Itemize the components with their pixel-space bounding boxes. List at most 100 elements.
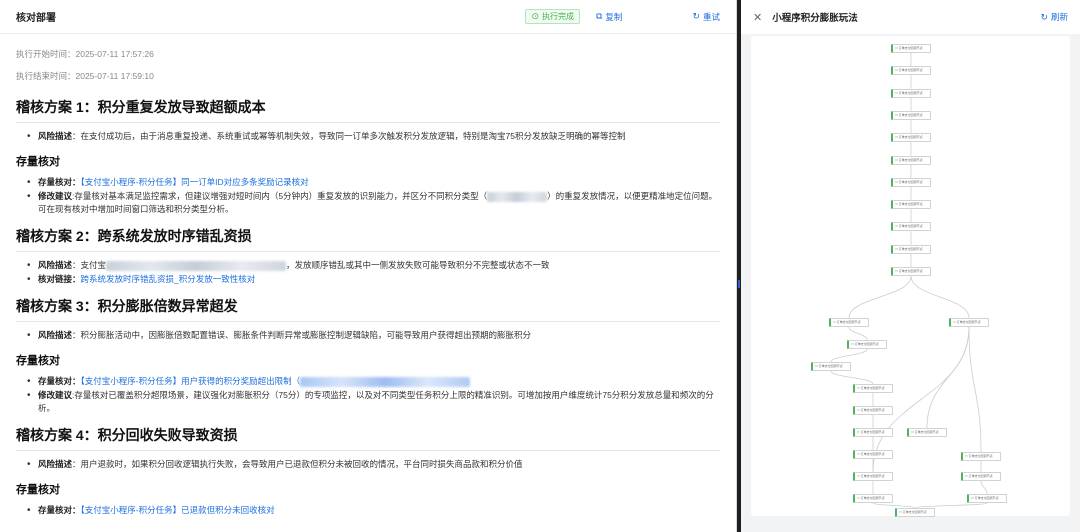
redacted-text: [106, 260, 287, 271]
risk-label: 风险描述: [38, 330, 73, 340]
start-time: 执行开始时间：2025-07-11 17:57:26: [16, 49, 154, 59]
risk-item-1: 风险描述：在支付成功后，由于消息重复投递、系统重试或幂等机制失效，导致同一订单多…: [16, 130, 720, 143]
check-label: 存量核对: [38, 177, 73, 187]
fix-text: :存量核对已覆盖积分超限场景，建议强化对膨胀积分（75分）的专项监控，以及对不同…: [38, 390, 714, 413]
risk-item-4: 风险描述：用户退款时，如果积分回收逻辑执行失败，会导致用户已退款但积分未被回收的…: [16, 458, 720, 471]
risk-label: 风险描述: [38, 260, 73, 270]
refresh-icon: ↻: [1040, 11, 1048, 22]
flow-node[interactable]: ▭ 订单支付回调节点: [891, 44, 931, 53]
flow-edges: [830, 52, 988, 509]
subsection-title-3: 存量核对: [16, 355, 60, 367]
flow-header: ✕ 小程序积分膨胀玩法 ↻ 刷新: [741, 0, 1080, 34]
risk-text: ：积分膨胀活动中，因膨胀倍数配置错误、膨胀条件判断异常或膨胀控制逻辑缺陷，可能导…: [72, 330, 532, 340]
flow-node[interactable]: ▭ 订单支付回调节点: [891, 88, 931, 98]
refresh-label: 刷新: [1050, 12, 1068, 22]
refresh-button[interactable]: ↻ 刷新: [1040, 11, 1068, 23]
section-title-1: 稽核方案 1：积分重复发放导致超额成本: [16, 97, 720, 123]
status-badge: ⊙ 执行完成: [525, 9, 580, 24]
subsection-title-4: 存量核对: [16, 484, 60, 496]
check-link-4[interactable]: 【支付宝小程序-积分任务】已退款但积分未回收核对: [81, 505, 275, 515]
status-badge-label: 执行完成: [541, 12, 574, 21]
section-title-2: 稽核方案 2：跨系统发放时序错乱资损: [16, 226, 720, 252]
check-circle-icon: ⊙: [531, 11, 539, 21]
flow-node[interactable]: ▭ 订单支付回调节点: [967, 494, 1007, 503]
section-title-4: 稽核方案 4：积分回收失败导致资损: [16, 425, 720, 451]
flow-node[interactable]: ▭ 订单支付回调节点: [847, 340, 887, 349]
flow-node[interactable]: ▭ 订单支付回调节点: [853, 472, 893, 481]
flow-node[interactable]: ▭ 订单支付回调节点: [891, 110, 931, 120]
flow-node[interactable]: ▭ 订单支付回调节点: [891, 155, 931, 165]
flow-canvas[interactable]: ▭ 订单支付回调节点 ▭ 订单支付回调节点 ▭ 订单支付回调节点 ▭ 订单支付回调节点…: [751, 36, 1070, 517]
flow-node[interactable]: ▭ 订单支付回调节点: [853, 494, 893, 503]
flow-node[interactable]: ▭ 订单支付回调节点: [891, 133, 931, 143]
fix-label: 修改建议: [38, 390, 73, 400]
flow-node[interactable]: ▭ 订单支付回调节点: [853, 450, 893, 459]
risk-item-2: 风险描述：支付宝 ，发放顺序错乱或其中一侧发放失败可能导致积分不完整或状态不一致: [16, 259, 720, 272]
risk-text: ：在支付成功后，由于消息重复投递、系统重试或幂等机制失效，导致同一订单多次触发积…: [72, 131, 626, 141]
check-item-1: 存量核对：【支付宝小程序-积分任务】同一订单ID对应多条奖励记录核对: [16, 176, 720, 189]
copy-button[interactable]: ⧉ 复制: [596, 11, 622, 23]
flow-node[interactable]: ▭ 订单支付回调节点: [891, 244, 931, 254]
fix-text: :存量核对基本满足监控需求，但建议增强对短时间内（5分钟内）重复发放的识别能力，…: [72, 191, 488, 201]
flow-node[interactable]: ▭ 订单支付回调节点: [895, 508, 935, 517]
flow-node[interactable]: ▭ 订单支付回调节点: [853, 384, 893, 393]
flow-node[interactable]: ▭ 订单支付回调节点: [853, 428, 893, 437]
check-link-1[interactable]: 【支付宝小程序-积分任务】同一订单ID对应多条奖励记录核对: [81, 177, 309, 187]
flow-edge: [926, 326, 970, 429]
subsection-title-1: 存量核对: [16, 156, 60, 168]
fix-item-3: 修改建议:存量核对已覆盖积分超限场景，建议强化对膨胀积分（75分）的专项监控，以…: [16, 389, 720, 415]
retry-button[interactable]: ↻ 重试: [692, 11, 720, 23]
check-item-3: 存量核对：【支付宝小程序-积分任务】用户获得的积分奖励超出限制（: [16, 375, 720, 388]
copy-icon: ⧉: [595, 11, 603, 21]
link-label: 核对链接: [38, 274, 73, 284]
flow-node[interactable]: ▭ 订单支付回调节点: [853, 406, 893, 415]
risk-text: ：支付宝: [72, 260, 107, 270]
flow-node[interactable]: ▭ 订单支付回调节点: [907, 428, 947, 437]
risk-item-3: 风险描述：积分膨胀活动中，因膨胀倍数配置错误、膨胀条件判断异常或膨胀控制逻辑缺陷…: [16, 329, 720, 342]
check-link-3[interactable]: 【支付宝小程序-积分任务】用户获得的积分奖励超出限制（: [81, 376, 301, 386]
redacted-text: [487, 191, 548, 202]
audit-deploy-panel: 核对部署 ⊙ 执行完成 ⧉ 复制 ↻ 重试 执行开始时间：2025-07-11 17:…: [0, 0, 737, 532]
flow-node[interactable]: ▭ 订单支付回调节点: [891, 66, 931, 76]
check-label: 存量核对: [38, 505, 73, 515]
end-time: 执行结束时间：2025-07-11 17:59:10: [16, 71, 154, 81]
report-body: 稽核方案 1：积分重复发放导致超额成本 风险描述：在支付成功后，由于消息重复投递…: [0, 97, 736, 517]
risk-label: 风险描述: [38, 459, 73, 469]
flow-edge: [968, 326, 982, 453]
flow-node[interactable]: ▭ 订单支付回调节点: [829, 318, 869, 327]
flow-node[interactable]: ▭ 订单支付回调节点: [891, 267, 931, 276]
fix-item-1: 修改建议:存量核对基本满足监控需求，但建议增强对短时间内（5分钟内）重复发放的识…: [16, 190, 720, 216]
close-icon[interactable]: ✕: [753, 11, 762, 24]
screen: 核对部署 ⊙ 执行完成 ⧉ 复制 ↻ 重试 执行开始时间：2025-07-11 17:…: [0, 0, 1080, 532]
retry-icon: ↻: [692, 11, 700, 21]
copy-label: 复制: [605, 11, 623, 22]
flow-edge: [910, 275, 970, 319]
flow-node[interactable]: ▭ 订单支付回调节点: [891, 222, 931, 232]
panel-header: 核对部署 ⊙ 执行完成 ⧉ 复制 ↻ 重试: [0, 0, 736, 34]
flow-edge: [980, 480, 988, 495]
risk-text-cont: ，发放顺序错乱或其中一侧发放失败可能导致积分不完整或状态不一致: [286, 260, 550, 270]
check-link-2[interactable]: 跨系统发放时序错乱资损_积分发放一致性核对: [81, 274, 256, 284]
flow-node[interactable]: ▭ 订单支付回调节点: [891, 200, 931, 210]
flow-edge: [830, 370, 874, 385]
flow-panel: ✕ 小程序积分膨胀玩法 ↻ 刷新 ▭ 订单支付回调节点 ▭ 订单支付回调节点 ▭ 订单…: [741, 0, 1080, 532]
flow-edge: [830, 348, 868, 363]
flow-edge: [848, 326, 868, 341]
risk-text: ：用户退款时，如果积分回收逻辑执行失败，会导致用户已退款但积分未被回收的情况，平…: [72, 459, 523, 469]
flow-node[interactable]: ▭ 订单支付回调节点: [811, 362, 851, 371]
link-item-2: 核对链接：跨系统发放时序错乱资损_积分发放一致性核对: [16, 273, 720, 286]
fix-label: 修改建议: [38, 191, 73, 201]
check-item-4: 存量核对：【支付宝小程序-积分任务】已退款但积分未回收核对: [16, 504, 720, 517]
risk-label: 风险描述: [38, 131, 73, 141]
flow-node[interactable]: ▭ 订单支付回调节点: [891, 177, 931, 187]
panel-title: 核对部署: [16, 13, 56, 24]
flow-title: 小程序积分膨胀玩法: [772, 13, 858, 24]
flow-node[interactable]: ▭ 订单支付回调节点: [961, 452, 1001, 461]
flow-node[interactable]: ▭ 订单支付回调节点: [961, 472, 1001, 481]
redacted-link: [300, 376, 471, 387]
flow-edge: [848, 275, 912, 319]
section-title-3: 稽核方案 3：积分膨胀倍数异常超发: [16, 296, 720, 322]
check-label: 存量核对: [38, 376, 73, 386]
retry-label: 重试: [702, 11, 720, 22]
flow-node[interactable]: ▭ 订单支付回调节点: [949, 318, 989, 327]
